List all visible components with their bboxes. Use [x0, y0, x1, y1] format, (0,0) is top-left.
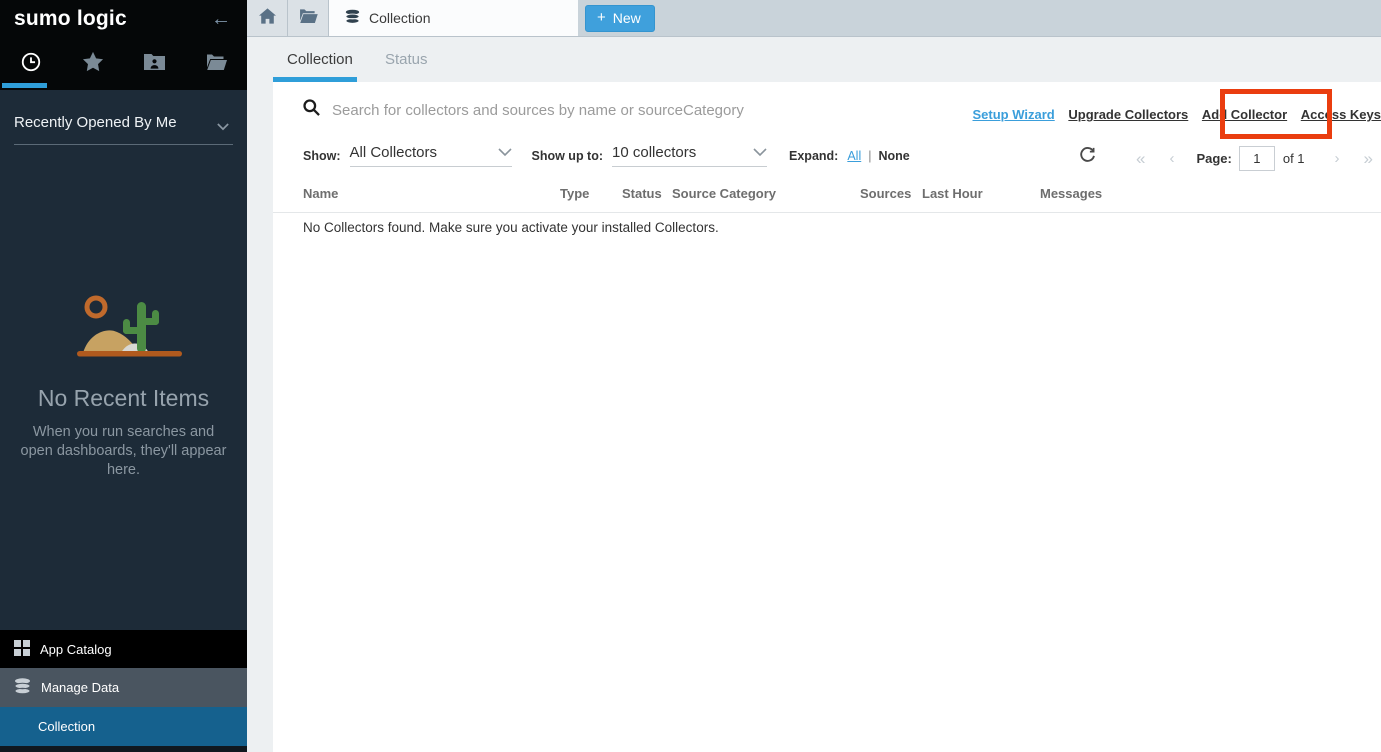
page-label: Page:: [1196, 151, 1231, 166]
page-size-dropdown[interactable]: 10 collectors: [612, 144, 767, 167]
sidebar-item-manage-data[interactable]: Manage Data: [0, 668, 247, 707]
column-header-last-hour: Last Hour: [922, 186, 1040, 201]
open-folder-icon: [205, 53, 227, 75]
search-icon: [303, 99, 320, 121]
grid-icon: [14, 640, 30, 659]
recents-tab[interactable]: [0, 51, 62, 78]
list-controls: Show: All Collectors Show up to: 10 coll…: [303, 144, 910, 167]
show-filter-value: All Collectors: [350, 144, 438, 161]
page-of-total: of 1: [1283, 151, 1305, 166]
sidebar-item-app-catalog[interactable]: App Catalog: [0, 630, 247, 668]
subtab-status[interactable]: Status: [385, 51, 428, 68]
collector-action-links: Setup Wizard Upgrade Collectors Add Coll…: [963, 107, 1381, 122]
personal-folder-tab[interactable]: [124, 53, 186, 75]
sidebar-bottom-strip: [0, 746, 247, 752]
chevron-down-icon: [217, 118, 229, 135]
sidebar-header: sumo logic ←: [0, 0, 247, 38]
expand-label: Expand:: [789, 149, 838, 163]
database-icon: [345, 9, 360, 27]
library-tab[interactable]: [185, 53, 247, 75]
add-collector-link[interactable]: Add Collector: [1202, 107, 1287, 122]
collapse-sidebar-icon[interactable]: ←: [211, 9, 231, 29]
show-filter-dropdown[interactable]: All Collectors: [350, 144, 512, 167]
column-header-name: Name: [303, 186, 560, 201]
no-recent-items-title: No Recent Items: [0, 385, 247, 412]
chevron-down-icon: [498, 146, 512, 160]
expand-separator: |: [868, 149, 871, 163]
home-button[interactable]: [247, 0, 288, 36]
recents-filter-label: Recently Opened By Me: [14, 114, 177, 131]
home-icon: [259, 8, 276, 29]
setup-wizard-link[interactable]: Setup Wizard: [973, 107, 1055, 122]
no-recent-items-caption: When you run searches and open dashboard…: [18, 423, 229, 480]
star-icon: [82, 51, 104, 77]
empty-collectors-message: No Collectors found. Make sure you activ…: [303, 220, 719, 235]
sidebar-icon-nav: [0, 38, 247, 90]
sumo-logic-logo: sumo logic: [14, 7, 127, 31]
folder-person-icon: [144, 53, 165, 75]
access-keys-link[interactable]: Access Keys: [1301, 107, 1381, 122]
collection-tab[interactable]: Collection: [329, 0, 578, 36]
sun-ring: [87, 298, 105, 316]
plus-icon: +: [597, 10, 606, 25]
new-button-label: New: [613, 10, 641, 26]
favorites-tab[interactable]: [62, 51, 124, 77]
column-header-source-category: Source Category: [672, 186, 860, 201]
subtab-collection[interactable]: Collection: [287, 51, 353, 68]
first-page-button[interactable]: «: [1136, 150, 1145, 167]
recents-filter-dropdown[interactable]: Recently Opened By Me: [14, 114, 233, 145]
sidebar-bottom-menu: App Catalog Manage Data Collection: [0, 630, 247, 752]
refresh-icon[interactable]: [1079, 146, 1096, 168]
pagination: « ‹ Page: of 1 › »: [1136, 146, 1373, 171]
column-header-sources: Sources: [860, 186, 922, 201]
column-header-type: Type: [560, 186, 622, 201]
page-number-input[interactable]: [1239, 146, 1275, 171]
library-button[interactable]: [288, 0, 329, 36]
top-tab-bar: Collection + New: [247, 0, 1381, 37]
sidebar-item-label: Collection: [38, 719, 95, 734]
open-folder-icon: [298, 8, 318, 28]
new-button[interactable]: + New: [585, 5, 655, 32]
sub-tab-bar: Collection Status: [247, 37, 1381, 82]
collection-panel: Setup Wizard Upgrade Collectors Add Coll…: [273, 82, 1381, 752]
next-page-button[interactable]: ›: [1335, 151, 1340, 166]
sidebar-item-label: Manage Data: [41, 680, 119, 695]
last-page-button[interactable]: »: [1364, 150, 1373, 167]
desert-illustration: [73, 291, 193, 366]
expand-all-link[interactable]: All: [847, 149, 861, 163]
sidebar-item-label: App Catalog: [40, 642, 112, 657]
show-label: Show:: [303, 149, 341, 163]
database-icon: [14, 678, 31, 697]
sidebar-item-collection[interactable]: Collection: [0, 707, 247, 746]
expand-none-link[interactable]: None: [878, 149, 909, 163]
clock-icon: [20, 51, 42, 78]
chevron-down-icon: [753, 146, 767, 160]
collectors-table-header: Name Type Status Source Category Sources…: [273, 186, 1381, 213]
page-size-value: 10 collectors: [612, 144, 696, 161]
active-tab-underline: [2, 83, 47, 88]
column-header-status: Status: [622, 186, 672, 201]
tab-label: Collection: [369, 10, 430, 26]
ground: [77, 351, 182, 357]
search-row: [303, 96, 952, 124]
show-up-to-label: Show up to:: [532, 149, 604, 163]
search-input[interactable]: [332, 96, 952, 124]
sidebar: sumo logic ← Recently Opened By Me: [0, 0, 247, 752]
previous-page-button[interactable]: ‹: [1169, 151, 1174, 166]
upgrade-collectors-link[interactable]: Upgrade Collectors: [1068, 107, 1188, 122]
column-header-messages: Messages: [1040, 186, 1381, 201]
